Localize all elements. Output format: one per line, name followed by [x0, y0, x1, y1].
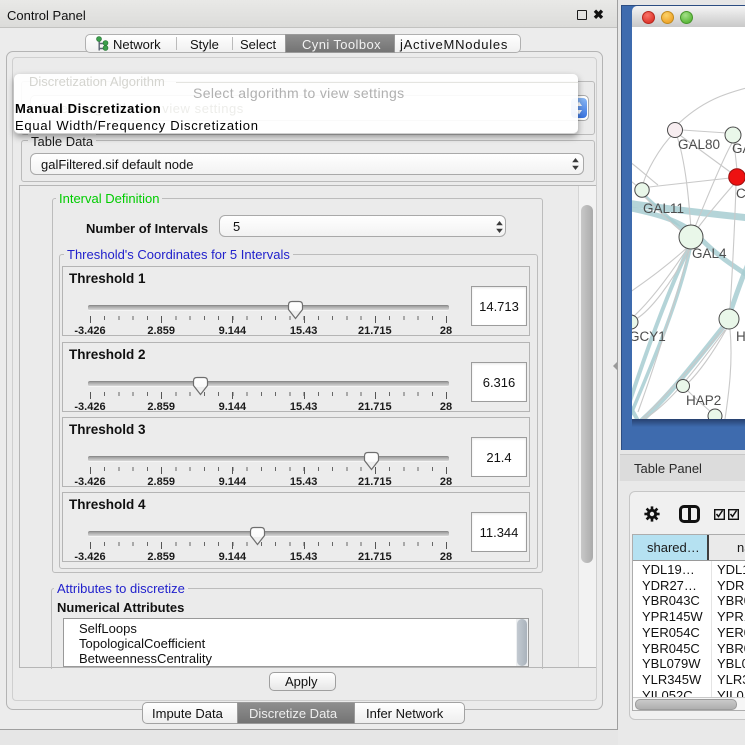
svg-text:GA: GA	[732, 141, 745, 156]
svg-text:HAP2: HAP2	[686, 393, 721, 408]
svg-text:H: H	[736, 329, 745, 344]
svg-text:GAL80: GAL80	[678, 137, 720, 152]
svg-text:GAL4: GAL4	[692, 246, 727, 261]
svg-text:GAL11: GAL11	[643, 201, 684, 216]
svg-text:GCY1: GCY1	[632, 329, 666, 344]
svg-text:C: C	[736, 186, 745, 201]
